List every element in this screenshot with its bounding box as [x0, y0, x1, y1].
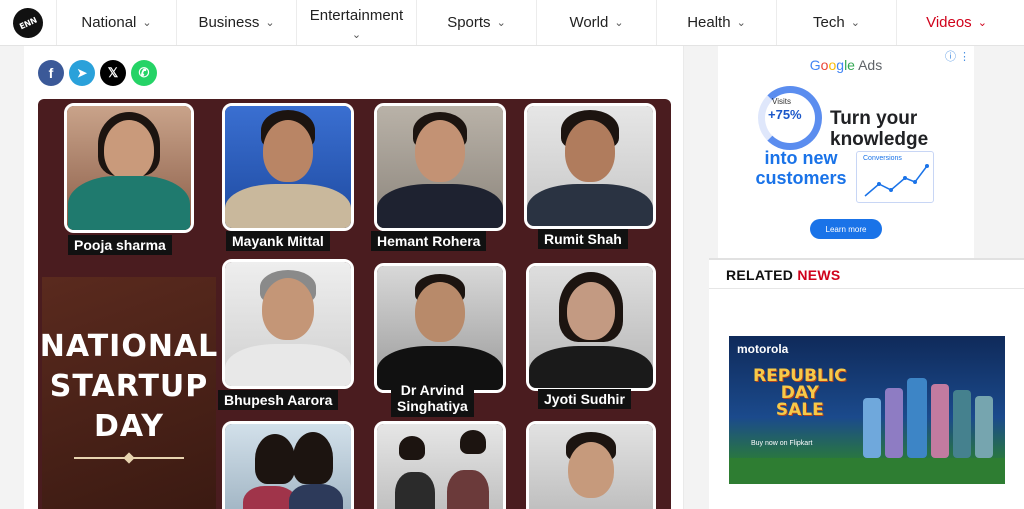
person-name: Mayank Mittal: [226, 231, 330, 251]
nav-item-national[interactable]: National ⌄: [56, 0, 176, 45]
chevron-down-icon: ⌄: [351, 28, 362, 41]
divider: [709, 288, 1024, 289]
telegram-share-button[interactable]: ➤: [69, 60, 95, 86]
title-line: NATIONAL: [39, 329, 219, 364]
grass-strip: [729, 458, 1005, 484]
logo-letter: le: [844, 57, 855, 73]
chevron-down-icon: ⌄: [265, 17, 275, 29]
whatsapp-icon: ✆: [138, 65, 150, 80]
nav-item-health[interactable]: Health ⌄: [656, 0, 776, 45]
nav-item-business[interactable]: Business ⌄: [176, 0, 296, 45]
person-photo: [374, 103, 506, 231]
logo-letter: g: [836, 57, 845, 73]
person-photo: [64, 103, 194, 233]
person-photo: [374, 263, 506, 393]
nav-item-sports[interactable]: Sports ⌄: [416, 0, 536, 45]
telegram-icon: ➤: [76, 66, 88, 80]
article-card: f ➤ 𝕏 ✆ Pooja sharma Mayank Mittal Heman…: [24, 46, 684, 509]
nav-label: Health: [687, 14, 731, 31]
conversions-chart: Conversions: [856, 151, 934, 203]
x-share-button[interactable]: 𝕏: [100, 60, 126, 86]
top-nav: ENN National ⌄ Business ⌄ Entertainment …: [0, 0, 1024, 46]
related-news: RELATED NEWS motorola REPUBLIC DAY SALE …: [709, 258, 1024, 509]
ad-subheadline: into new customers: [755, 148, 847, 188]
person-photo: [222, 421, 354, 509]
logo-badge: ENN: [8, 2, 48, 43]
person-photo: [374, 421, 506, 509]
nav-label: Sports: [447, 14, 491, 31]
visits-value: +75%: [768, 107, 802, 122]
share-bar: f ➤ 𝕏 ✆: [38, 60, 157, 86]
visits-label: Visits: [772, 97, 791, 106]
trend-line-icon: [864, 164, 929, 197]
chevron-down-icon: ⌄: [614, 17, 624, 29]
title-line: STARTUP: [49, 369, 209, 404]
nav-item-tech[interactable]: Tech ⌄: [776, 0, 896, 45]
person-photo: [526, 421, 656, 509]
phone-image: [931, 384, 949, 458]
nav-item-videos[interactable]: Videos ⌄: [896, 0, 1016, 45]
nav-label: Entertainment: [309, 6, 404, 24]
nav-item-entertainment[interactable]: Entertainment ⌄: [296, 0, 416, 45]
phone-lineup: [859, 362, 999, 458]
google-ads-logo: Google Ads: [718, 57, 974, 73]
person-photo: [222, 103, 354, 231]
person-photo: [524, 103, 656, 229]
sale-title: REPUBLIC DAY SALE: [753, 368, 847, 419]
phone-image: [885, 388, 903, 458]
buy-now-text: Buy now on Flipkart: [751, 440, 813, 447]
chevron-down-icon: ⌄: [142, 17, 152, 29]
logo-letter: Ads: [854, 57, 883, 73]
national-startup-day-panel: NATIONAL STARTUP DAY: [39, 277, 219, 509]
nav-label: Tech: [813, 14, 845, 31]
sale-line: SALE: [775, 400, 824, 420]
logo-letter: G: [809, 57, 821, 73]
nav-label: National: [81, 14, 137, 31]
x-icon: 𝕏: [107, 65, 119, 80]
motorola-logo: motorola: [737, 342, 789, 356]
person-photo: [222, 259, 354, 389]
person-name: Hemant Rohera: [371, 231, 487, 251]
featured-image[interactable]: Pooja sharma Mayank Mittal Hemant Rohera…: [38, 99, 671, 509]
facebook-share-button[interactable]: f: [38, 60, 64, 86]
ornament-divider: [74, 457, 184, 459]
nav-label: Business: [198, 14, 260, 31]
chevron-down-icon: ⌄: [850, 17, 860, 29]
nav-label: World: [569, 14, 609, 31]
title-line: DAY: [94, 409, 164, 444]
person-name: Jyoti Sudhir: [538, 389, 631, 409]
person-name: Dr Arvind Singhatiya: [391, 379, 474, 417]
ad-headline: Turn your knowledge: [830, 108, 929, 150]
name-line: Dr Arvind: [400, 382, 465, 398]
person-photo: [526, 263, 656, 391]
person-name: Rumit Shah: [538, 229, 628, 249]
chevron-down-icon: ⌄: [977, 17, 987, 29]
title-part: RELATED: [726, 267, 798, 283]
phone-image: [953, 390, 971, 458]
phone-image: [907, 378, 927, 458]
phone-image: [863, 398, 881, 458]
google-ad[interactable]: ⓘ ⋮ Google Ads Visits +75% Turn your kno…: [718, 46, 974, 258]
title-part: NEWS: [797, 267, 841, 283]
name-line: Singhatiya: [397, 398, 468, 414]
site-logo[interactable]: ENN: [0, 0, 56, 45]
facebook-icon: f: [48, 65, 54, 81]
motorola-promo-banner[interactable]: motorola REPUBLIC DAY SALE Buy now on Fl…: [729, 336, 1005, 484]
person-name: Pooja sharma: [68, 235, 172, 255]
nav-item-world[interactable]: World ⌄: [536, 0, 656, 45]
chevron-down-icon: ⌄: [496, 17, 506, 29]
related-news-title: RELATED NEWS: [726, 267, 841, 283]
chevron-down-icon: ⌄: [736, 17, 746, 29]
whatsapp-share-button[interactable]: ✆: [131, 60, 157, 86]
nav-label: Videos: [926, 14, 972, 31]
learn-more-button[interactable]: Learn more: [810, 219, 882, 239]
phone-image: [975, 396, 993, 458]
person-name: Bhupesh Aarora: [218, 390, 339, 410]
